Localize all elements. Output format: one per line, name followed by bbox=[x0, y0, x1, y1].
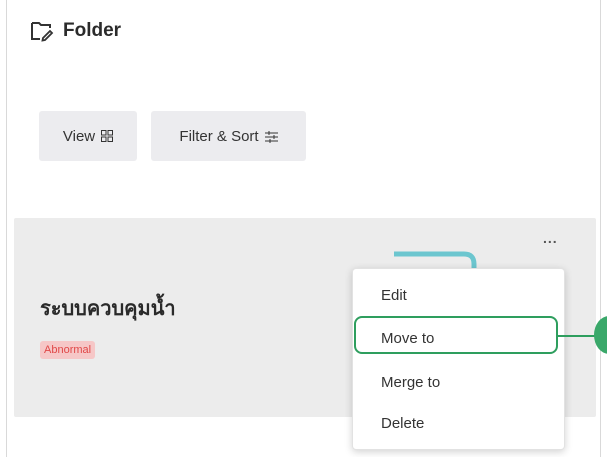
page-header: Folder bbox=[30, 20, 121, 42]
view-button-label: View bbox=[62, 127, 96, 145]
filter-sort-button[interactable]: Filter & Sort bbox=[151, 111, 306, 161]
more-options-button[interactable]: ... bbox=[543, 230, 558, 246]
menu-item-delete[interactable]: Delete bbox=[381, 415, 424, 432]
grid-icon bbox=[101, 130, 114, 142]
menu-item-edit[interactable]: Edit bbox=[381, 287, 407, 304]
status-badge: Abnormal bbox=[40, 341, 96, 359]
filter-sort-label: Filter & Sort bbox=[179, 127, 259, 145]
context-menu: Edit Move to Merge to Delete bbox=[352, 268, 565, 450]
menu-item-merge-to[interactable]: Merge to bbox=[381, 374, 440, 391]
card-title: ระบบควบคุมน้ำ bbox=[40, 298, 176, 320]
callout-line bbox=[558, 335, 596, 337]
sliders-icon bbox=[264, 130, 278, 143]
folder-edit-icon bbox=[30, 20, 54, 42]
page-title: Folder bbox=[63, 20, 122, 41]
move-to-highlight bbox=[354, 316, 558, 354]
view-button[interactable]: View bbox=[39, 111, 137, 161]
